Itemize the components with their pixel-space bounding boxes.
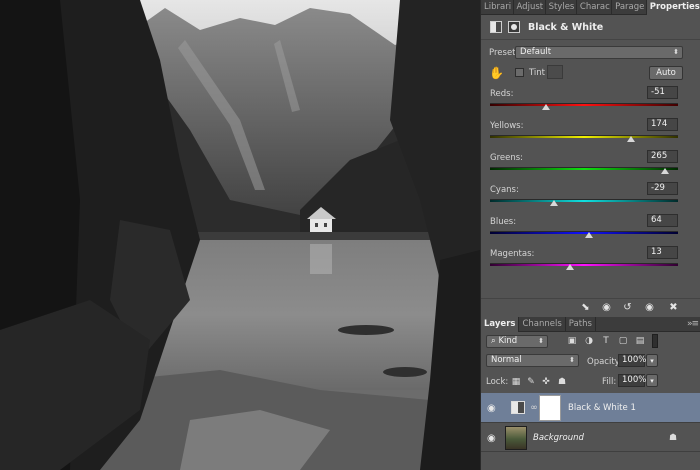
filter-toggle-switch[interactable] xyxy=(652,334,658,348)
slider-label-cyans: Cyans: xyxy=(490,185,519,195)
tab-styles[interactable]: Styles xyxy=(546,0,577,15)
slider-track-blues[interactable] xyxy=(490,231,678,234)
lake-photo xyxy=(0,0,480,470)
tint-label: Tint xyxy=(529,68,546,78)
layer-row-background[interactable]: ◉ Background ☗ xyxy=(481,424,700,452)
chevron-updown-icon: ⬍ xyxy=(538,337,544,345)
view-previous-state-icon[interactable]: ◉ xyxy=(600,302,613,314)
lock-image-pixels-icon[interactable]: ✎ xyxy=(526,377,536,387)
layer-mask-thumbnail[interactable] xyxy=(539,395,561,421)
visibility-eye-icon[interactable]: ◉ xyxy=(643,302,656,314)
document-canvas[interactable] xyxy=(0,0,480,470)
slider-track-cyans[interactable] xyxy=(490,199,678,202)
tab-layers[interactable]: Layers xyxy=(481,317,520,332)
layer-filter-select[interactable]: ⌕ Kind ⬍ xyxy=(486,335,548,348)
slider-label-yellows: Yellows: xyxy=(490,121,524,131)
preset-select[interactable]: Default ⬍ xyxy=(515,46,683,59)
panel-menu-icon[interactable]: »≡ xyxy=(687,319,699,329)
layer-mask-icon[interactable] xyxy=(508,21,520,33)
clip-to-layer-icon[interactable]: ⬊ xyxy=(579,302,592,314)
background-layer-thumbnail xyxy=(505,426,527,450)
properties-footer: ⬊ ◉ ↺ ◉ ✖ xyxy=(481,298,700,316)
chevron-updown-icon: ⬍ xyxy=(569,356,575,364)
auto-button[interactable]: Auto xyxy=(649,66,683,80)
preset-value: Default xyxy=(520,47,552,57)
opacity-field[interactable]: 100% xyxy=(618,354,646,367)
tab-paths[interactable]: Paths xyxy=(566,317,596,332)
slider-label-greens: Greens: xyxy=(490,153,524,163)
lock-position-icon[interactable]: ✜ xyxy=(541,377,551,387)
slider-thumb-cyans[interactable] xyxy=(550,200,559,206)
tint-checkbox[interactable] xyxy=(515,68,524,77)
adjustment-layer-icon[interactable] xyxy=(490,21,502,33)
pixel-layer-filter-icon[interactable]: ▣ xyxy=(567,336,577,346)
layer-row-black-white-1[interactable]: ◉ ∞ Black & White 1 xyxy=(481,393,700,423)
layers-tab-bar: Layers Channels Paths »≡ xyxy=(481,317,700,332)
fill-label: Fill: xyxy=(602,377,617,387)
slider-label-blues: Blues: xyxy=(490,217,517,227)
slider-value-greens[interactable]: 265 xyxy=(647,150,678,163)
slider-track-greens[interactable] xyxy=(490,167,678,170)
slider-thumb-greens[interactable] xyxy=(660,168,669,174)
chain-link-icon[interactable]: ∞ xyxy=(529,403,539,413)
tab-character[interactable]: Charac xyxy=(577,0,613,15)
properties-tab-bar: Librari Adjust Styles Charac Parage Prop… xyxy=(481,0,700,15)
tab-paragraph[interactable]: Parage xyxy=(612,0,647,15)
fill-field[interactable]: 100% xyxy=(618,374,646,387)
layer-visibility-eye-icon[interactable]: ◉ xyxy=(487,403,496,414)
layer-filter-value: Kind xyxy=(498,336,518,346)
opacity-label: Opacity: xyxy=(587,357,622,367)
lock-icon: ☗ xyxy=(668,433,678,443)
tab-libraries[interactable]: Librari xyxy=(481,0,514,15)
slider-label-reds: Reds: xyxy=(490,89,514,99)
tab-adjustments[interactable]: Adjust xyxy=(514,0,546,15)
blend-mode-value: Normal xyxy=(491,355,522,365)
slider-label-magentas: Magentas: xyxy=(490,249,535,259)
properties-header: Black & White xyxy=(481,16,700,40)
slider-value-magentas[interactable]: 13 xyxy=(647,246,678,259)
adjustment-layer-icon xyxy=(511,401,525,414)
opacity-dropdown-button[interactable]: ▾ xyxy=(646,354,658,367)
shape-layer-filter-icon[interactable]: ▢ xyxy=(618,336,628,346)
blend-mode-select[interactable]: Normal ⬍ xyxy=(486,354,579,367)
properties-title: Black & White xyxy=(528,22,604,33)
slider-value-blues[interactable]: 64 xyxy=(647,214,678,227)
tab-channels[interactable]: Channels xyxy=(519,317,566,332)
tab-properties[interactable]: Properties xyxy=(646,0,700,15)
adjustment-layer-filter-icon[interactable]: ◑ xyxy=(584,336,594,346)
slider-value-reds[interactable]: -51 xyxy=(647,86,678,99)
slider-track-yellows[interactable] xyxy=(490,135,678,138)
right-panel-dock: Librari Adjust Styles Charac Parage Prop… xyxy=(480,0,700,470)
fill-dropdown-button[interactable]: ▾ xyxy=(646,374,658,387)
targeted-adjustment-hand-icon[interactable]: ✋ xyxy=(489,66,504,80)
lock-transparent-pixels-icon[interactable]: ▦ xyxy=(511,377,521,387)
slider-value-cyans[interactable]: -29 xyxy=(647,182,678,195)
reset-icon[interactable]: ↺ xyxy=(621,302,634,314)
slider-thumb-reds[interactable] xyxy=(542,104,551,110)
tint-color-swatch[interactable] xyxy=(547,65,563,79)
slider-track-magentas[interactable] xyxy=(490,263,678,266)
type-layer-filter-icon[interactable]: T xyxy=(601,336,611,346)
layer-name[interactable]: Background xyxy=(533,433,584,443)
slider-thumb-blues[interactable] xyxy=(585,232,594,238)
lock-label: Lock: xyxy=(486,377,509,387)
chevron-updown-icon: ⬍ xyxy=(673,48,679,56)
slider-thumb-magentas[interactable] xyxy=(566,264,575,270)
slider-thumb-yellows[interactable] xyxy=(626,136,635,142)
layer-visibility-eye-icon[interactable]: ◉ xyxy=(487,433,496,444)
smart-object-filter-icon[interactable]: ▤ xyxy=(635,336,645,346)
slider-track-reds[interactable] xyxy=(490,103,678,106)
layer-name[interactable]: Black & White 1 xyxy=(568,403,636,413)
trash-icon[interactable]: ✖ xyxy=(667,302,680,314)
slider-value-yellows[interactable]: 174 xyxy=(647,118,678,131)
lock-all-icon[interactable]: ☗ xyxy=(557,377,567,387)
preset-label: Preset: xyxy=(489,48,519,58)
